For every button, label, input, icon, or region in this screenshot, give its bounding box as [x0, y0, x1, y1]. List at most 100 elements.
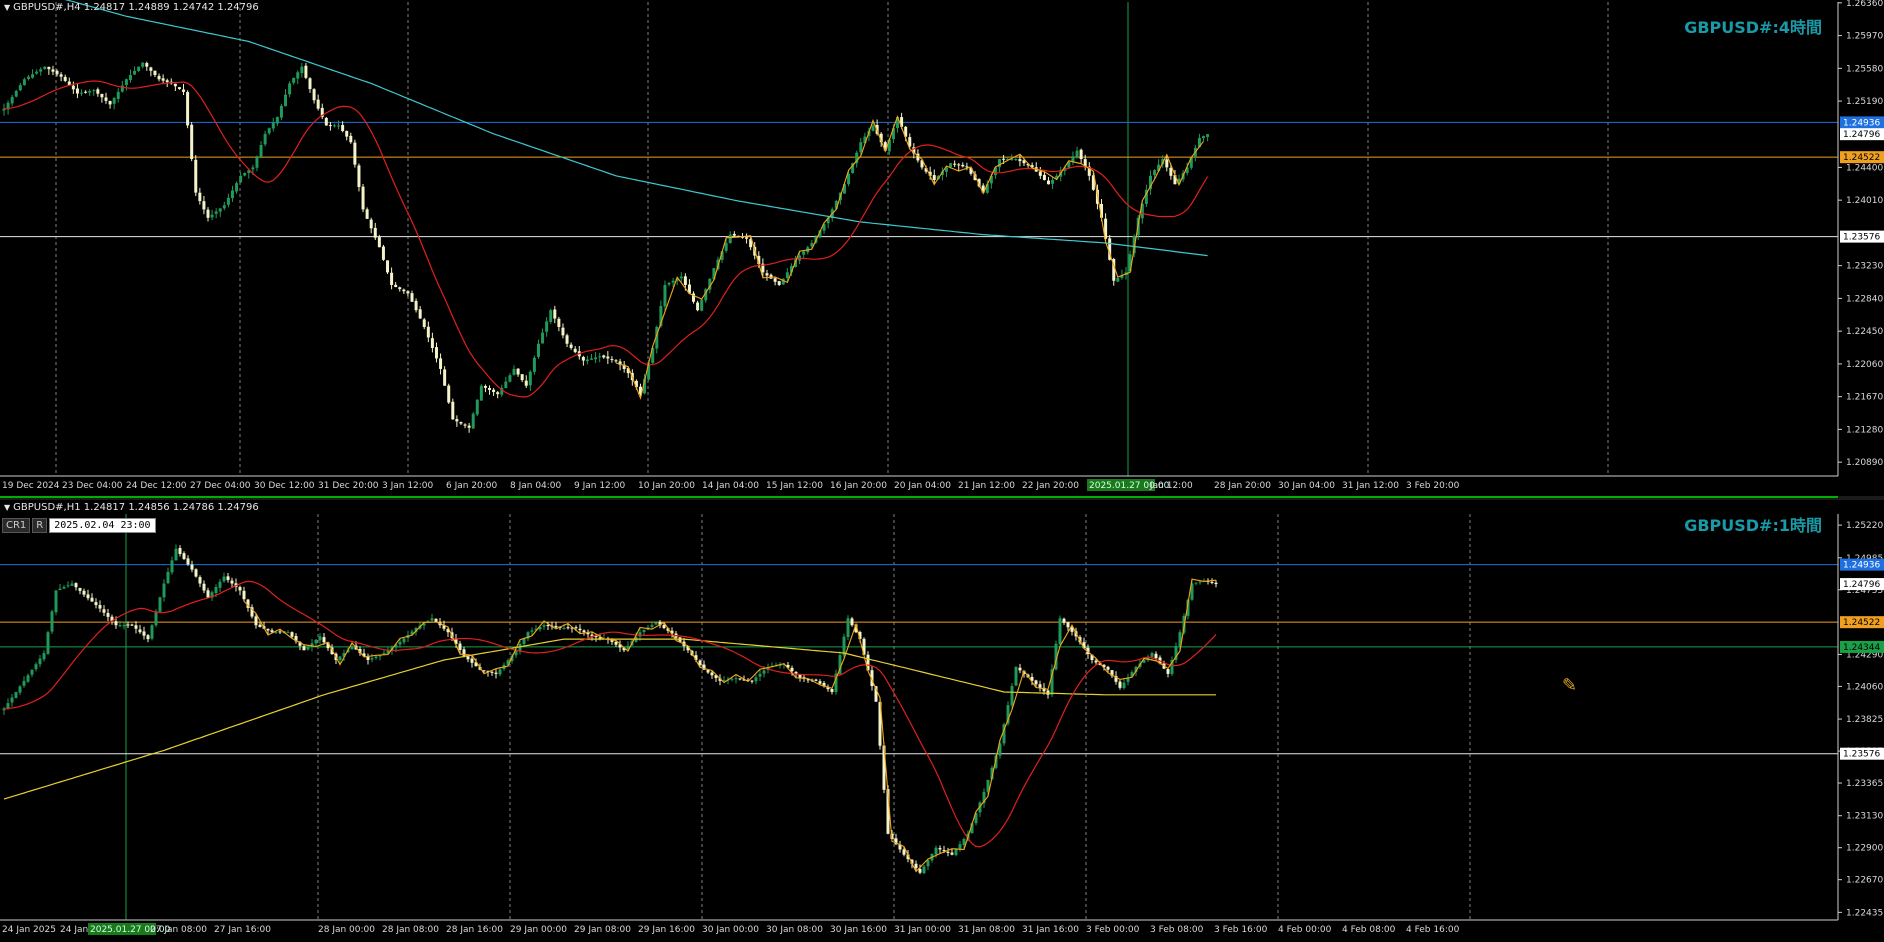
- time-tick-label: 31 Jan 16:00: [1022, 925, 1079, 935]
- candle-body: [186, 92, 190, 126]
- candle-body: [724, 242, 728, 251]
- candle-body: [569, 344, 573, 348]
- candle-body: [1150, 653, 1154, 657]
- candle-body: [1034, 680, 1038, 685]
- h4-chart-canvas[interactable]: 1.26360 1.25970 1.25580 1.25190 1.24400 1.240…: [0, 0, 1884, 496]
- candle-body: [145, 63, 149, 67]
- price-tick-label: 1.22900: [1846, 844, 1883, 854]
- candle-body: [574, 627, 578, 629]
- candle-body: [471, 413, 475, 429]
- candle-body: [1206, 134, 1210, 137]
- cr-badge[interactable]: CR1: [2, 518, 31, 533]
- candle-body: [202, 201, 206, 210]
- candle-body: [190, 124, 194, 160]
- candle-body: [150, 625, 154, 639]
- candle-body: [63, 76, 67, 81]
- time-tick-label: 24 Jan 2025: [2, 925, 56, 935]
- candle-body: [92, 90, 96, 92]
- crosshair-cursor-icon: ✎: [1562, 675, 1578, 696]
- candle-body: [536, 343, 540, 357]
- candle-body: [1153, 170, 1157, 176]
- candle-body: [365, 209, 369, 219]
- candle-body: [1062, 618, 1066, 623]
- candle-body: [238, 586, 242, 591]
- candle-body: [34, 664, 38, 670]
- candle-body: [638, 632, 642, 637]
- candle-body: [288, 83, 292, 95]
- time-tick-label: 3 Feb 00:00: [1086, 925, 1140, 935]
- candle-body: [14, 691, 18, 698]
- candle-body: [553, 309, 557, 319]
- candle-body: [86, 594, 90, 599]
- candle-body: [130, 624, 134, 626]
- candle-body: [255, 156, 259, 168]
- candle-body: [370, 658, 374, 660]
- time-tick-label: Jan 12:00: [1149, 481, 1193, 491]
- h1-chart-pane[interactable]: 1.252201.249851.247551.242901.240601.238…: [0, 500, 1884, 942]
- candle-body: [177, 87, 181, 90]
- h4-symbol-info: ▼ GBPUSD#,H4 1.24817 1.24889 1.24742 1.24…: [4, 2, 259, 13]
- candle-body: [430, 338, 434, 348]
- candle-body: [104, 97, 108, 101]
- candle-body: [562, 628, 566, 630]
- candle-body: [1042, 174, 1046, 181]
- candle-body: [1018, 159, 1022, 162]
- candle-body: [337, 125, 341, 127]
- candle-body: [332, 125, 336, 127]
- candle-body: [402, 289, 406, 292]
- candle-body: [426, 326, 430, 338]
- candle-body: [369, 219, 373, 229]
- candle-body: [402, 638, 406, 643]
- price-tick-label: 1.22435: [1846, 908, 1883, 918]
- candle-body: [418, 309, 422, 319]
- candle-body: [1106, 666, 1110, 670]
- candle-body: [42, 653, 46, 660]
- candle-body: [434, 618, 438, 622]
- candle-body: [314, 639, 318, 644]
- candle-body: [738, 678, 742, 680]
- candle-body: [728, 234, 732, 244]
- candle-body: [1118, 681, 1122, 688]
- candle-body: [10, 96, 14, 104]
- candle-body: [475, 399, 479, 415]
- candle-body: [202, 583, 206, 591]
- time-tick-label: 14 Jan 04:00: [702, 481, 759, 491]
- price-tick-label: 1.25220: [1846, 521, 1883, 531]
- candles-group: [2, 544, 1218, 875]
- level-label-orange: 1.24522: [1843, 153, 1880, 163]
- candle-body: [94, 602, 98, 606]
- time-tick-label: 10 Jan 20:00: [638, 481, 695, 491]
- candle-body: [112, 98, 116, 104]
- candle-body: [414, 300, 418, 311]
- candle-body: [530, 630, 534, 632]
- candle-body: [382, 653, 386, 655]
- candle-body: [312, 89, 316, 101]
- time-tick-label: 24 Jan: [60, 925, 88, 935]
- candle-body: [173, 83, 177, 87]
- candle-body: [962, 839, 966, 845]
- time-tick-label: 30 Dec 12:00: [254, 481, 315, 491]
- candle-body: [953, 163, 957, 165]
- candle-body: [62, 586, 66, 589]
- collapse-triangle-icon[interactable]: ▼: [4, 3, 10, 12]
- candle-body: [606, 356, 610, 359]
- candle-body: [585, 359, 589, 362]
- collapse-triangle-icon[interactable]: ▼: [4, 503, 10, 512]
- candle-body: [88, 91, 92, 93]
- candle-body: [182, 553, 186, 560]
- crosshair-readout: CR1 R 2025.02.04 23:00: [2, 518, 156, 533]
- h4-chart-pane[interactable]: 1.26360 1.25970 1.25580 1.25190 1.24400 1.240…: [0, 0, 1884, 496]
- h1-chart-canvas[interactable]: 1.252201.249851.247551.242901.240601.238…: [0, 500, 1884, 942]
- candle-body: [706, 670, 710, 673]
- candle-body: [730, 678, 734, 680]
- candle-body: [165, 80, 169, 83]
- candle-body: [242, 590, 246, 600]
- time-tick-label: 30 Jan 04:00: [1278, 481, 1335, 491]
- candle-body: [275, 117, 279, 124]
- candle-body: [573, 348, 577, 353]
- price-tick-label: 1.24010: [1846, 196, 1883, 206]
- r-badge[interactable]: R: [32, 518, 48, 533]
- candle-body: [710, 672, 714, 676]
- candle-body: [422, 319, 426, 327]
- candle-body: [785, 272, 789, 279]
